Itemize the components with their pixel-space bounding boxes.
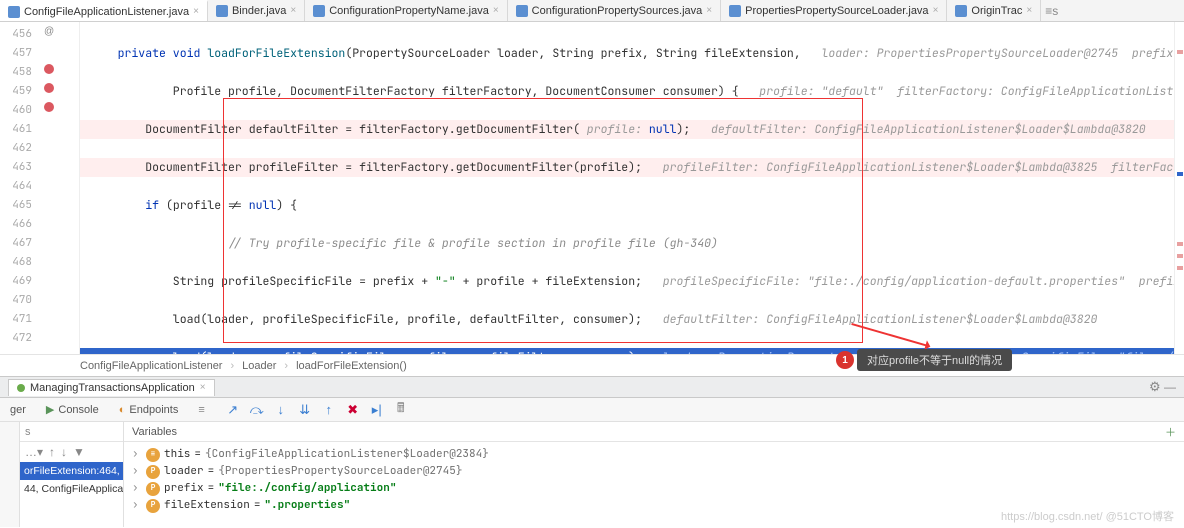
file-tab[interactable]: ConfigurationPropertySources.java×: [508, 0, 721, 22]
java-icon: [313, 5, 325, 17]
threads-icon[interactable]: ≡: [188, 404, 214, 416]
endpoints-icon: ◐: [119, 404, 126, 416]
drop-frame-icon[interactable]: ✖: [345, 402, 361, 418]
breakpoint-icon[interactable]: [44, 83, 54, 93]
run-to-cursor-icon[interactable]: ▸|: [369, 402, 385, 418]
crumb-item[interactable]: Loader: [242, 360, 276, 372]
chevron-right-icon[interactable]: ›: [132, 480, 142, 497]
variable-row[interactable]: ›P loader = {PropertiesPropertySourceLoa…: [132, 463, 1176, 480]
add-watch-icon[interactable]: ＋: [1165, 424, 1176, 440]
param-icon: P: [146, 465, 160, 479]
tool-settings[interactable]: ⚙ —: [1149, 379, 1176, 395]
param-icon: P: [146, 499, 160, 513]
close-icon[interactable]: ×: [493, 5, 499, 16]
code-editor[interactable]: 456457458459 460461462463 464465466467 4…: [0, 22, 1184, 354]
variable-row[interactable]: ›P prefix = "file:./config/application": [132, 480, 1176, 497]
file-tab[interactable]: ConfigFileApplicationListener.java ×: [0, 0, 208, 22]
file-tab[interactable]: PropertiesPropertySourceLoader.java ×: [721, 0, 947, 22]
debugger-tab[interactable]: ger: [0, 404, 36, 416]
console-icon: ▶: [46, 403, 54, 416]
chevron-right-icon[interactable]: ›: [132, 463, 142, 480]
close-icon[interactable]: ×: [200, 382, 206, 393]
variables-header: Variables: [132, 426, 177, 438]
object-icon: ≡: [146, 448, 160, 462]
close-icon[interactable]: ×: [1026, 5, 1032, 16]
show-execution-icon[interactable]: ↗: [225, 402, 241, 418]
breakpoint-icon[interactable]: [44, 102, 54, 112]
variable-row[interactable]: ›≡ this = {ConfigFileApplicationListener…: [132, 446, 1176, 463]
step-controls: ↗ ⤼ ↓ ⇊ ↑ ✖ ▸| 🖩: [215, 402, 419, 418]
dbg-sidebar[interactable]: [0, 422, 20, 527]
tab-label: ConfigurationPropertySources.java: [532, 5, 703, 17]
editor-tabs: ConfigFileApplicationListener.java × Bind…: [0, 0, 1184, 22]
frames-header: s: [25, 426, 31, 438]
run-tab-label: ManagingTransactionsApplication: [30, 382, 195, 394]
breakpoint-icon[interactable]: [44, 64, 54, 74]
filter-icon[interactable]: ▼: [73, 445, 85, 459]
stack-frame[interactable]: orFileExtension:464,: [20, 462, 123, 480]
force-step-into-icon[interactable]: ⇊: [297, 402, 313, 418]
stack-frame[interactable]: 44, ConfigFileApplica: [20, 480, 123, 498]
code-body[interactable]: private void loadForFileExtension(Proper…: [80, 22, 1174, 354]
override-icon: @: [44, 26, 54, 37]
step-over-icon[interactable]: ⤼: [249, 402, 265, 418]
tab-label: Binder.java: [232, 5, 286, 17]
file-tab[interactable]: OriginTrac ×: [947, 0, 1041, 22]
debugger-toolbar: ger ▶Console ◐Endpoints ≡ ↗ ⤼ ↓ ⇊ ↑ ✖ ▸|…: [0, 398, 1184, 422]
java-icon: [8, 6, 20, 18]
java-icon: [216, 5, 228, 17]
console-tab[interactable]: ▶Console: [36, 403, 109, 416]
chevron-right-icon[interactable]: ›: [132, 446, 142, 463]
crumb-item[interactable]: ConfigFileApplicationListener: [80, 360, 222, 372]
param-icon: P: [146, 482, 160, 496]
dropdown-icon[interactable]: …▾: [25, 445, 43, 459]
frames-nav: …▾ ↑ ↓ ▼: [20, 442, 123, 462]
java-icon: [729, 5, 741, 17]
spring-icon: [17, 384, 25, 392]
step-into-icon[interactable]: ↓: [273, 402, 289, 418]
frames-panel[interactable]: s …▾ ↑ ↓ ▼ orFileExtension:464, 44, Conf…: [20, 422, 124, 527]
crumb-item[interactable]: loadForFileExtension(): [296, 360, 407, 372]
annotation-text: 对应profile不等于null的情况: [857, 349, 1012, 371]
marker-bar[interactable]: [1174, 22, 1184, 354]
line-numbers: 456457458459 460461462463 464465466467 4…: [0, 22, 40, 354]
watermark: https://blog.csdn.net/ @51CTO博客: [1001, 508, 1174, 524]
java-icon: [955, 5, 967, 17]
close-icon[interactable]: ×: [290, 5, 296, 16]
gear-icon: ⚙: [1149, 379, 1161, 394]
file-tab[interactable]: Binder.java ×: [208, 0, 305, 22]
tab-label: ConfigurationPropertyName.java: [329, 5, 489, 17]
close-icon[interactable]: ×: [706, 5, 712, 16]
prev-frame-icon[interactable]: ↑: [49, 445, 55, 459]
endpoints-tab[interactable]: ◐Endpoints: [109, 404, 189, 416]
tabs-overflow[interactable]: ≡s: [1041, 4, 1062, 18]
file-tab[interactable]: ConfigurationPropertyName.java ×: [305, 0, 507, 22]
chevron-right-icon[interactable]: ›: [132, 497, 142, 514]
tab-label: ConfigFileApplicationListener.java: [24, 6, 189, 18]
annotation-badge: 1: [836, 351, 854, 369]
chevron-right-icon: ›: [230, 360, 234, 372]
run-tab[interactable]: ManagingTransactionsApplication ×: [8, 379, 215, 396]
tab-label: OriginTrac: [971, 5, 1022, 17]
gutter[interactable]: @: [40, 22, 80, 354]
close-icon[interactable]: ×: [193, 6, 199, 17]
run-tool-tabs: ManagingTransactionsApplication × ⚙ —: [0, 376, 1184, 398]
tab-label: PropertiesPropertySourceLoader.java: [745, 5, 928, 17]
evaluate-icon[interactable]: 🖩: [393, 402, 409, 418]
step-out-icon[interactable]: ↑: [321, 402, 337, 418]
next-frame-icon[interactable]: ↓: [61, 445, 67, 459]
close-icon[interactable]: ×: [933, 5, 939, 16]
variables-tree[interactable]: ›≡ this = {ConfigFileApplicationListener…: [124, 442, 1184, 518]
chevron-right-icon: ›: [284, 360, 288, 372]
java-icon: [516, 5, 528, 17]
